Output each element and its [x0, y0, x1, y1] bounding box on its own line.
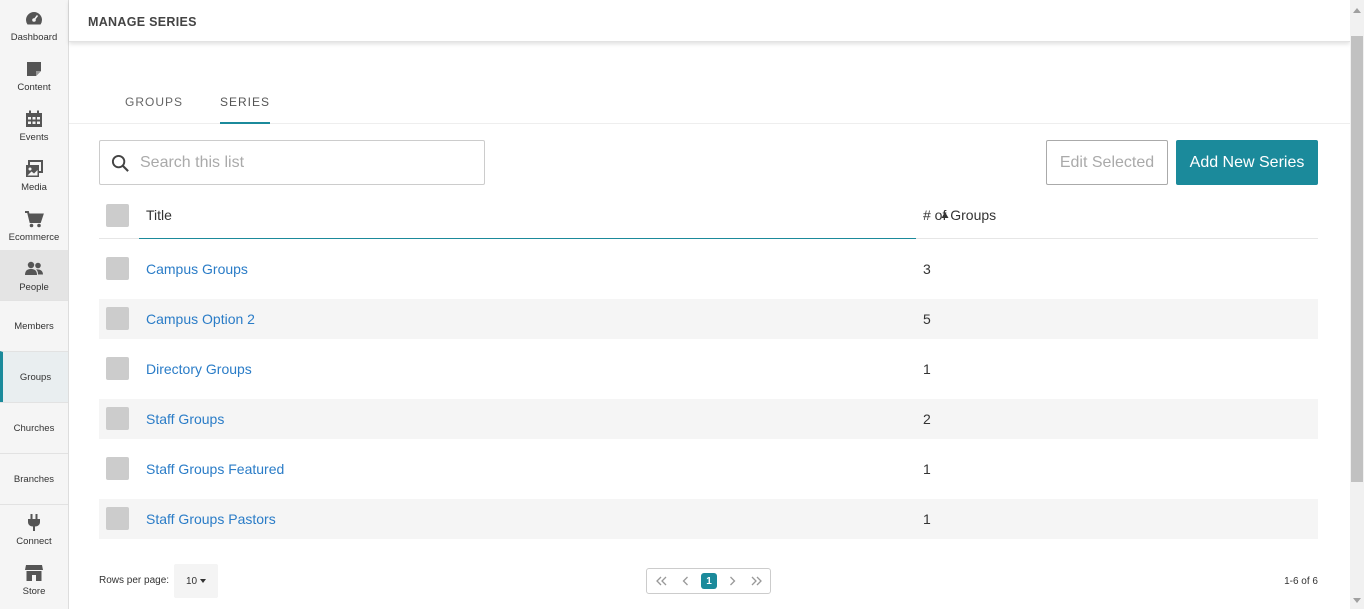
- first-page-button[interactable]: [652, 573, 670, 589]
- next-page-button[interactable]: [723, 573, 741, 589]
- row-checkbox[interactable]: [106, 457, 129, 480]
- page-title: MANAGE SERIES: [88, 15, 197, 29]
- rows-per-page-value: 10: [185, 575, 198, 587]
- group-count: 2: [923, 411, 931, 427]
- sidebar-subitem-groups[interactable]: Groups: [0, 351, 68, 402]
- sidebar-subitem-label: Groups: [19, 371, 52, 383]
- sidebar-item-dashboard[interactable]: Dashboard: [0, 0, 68, 50]
- sidebar-item-label: Events: [19, 132, 49, 143]
- pagination: 1: [646, 568, 771, 594]
- add-new-series-button[interactable]: Add New Series: [1176, 140, 1318, 185]
- tab-groups[interactable]: GROUPS: [125, 95, 183, 122]
- row-checkbox[interactable]: [106, 307, 129, 330]
- sidebar-item-media[interactable]: Media: [0, 150, 68, 200]
- table-row: Staff Groups 2: [99, 399, 1318, 439]
- page-number-button[interactable]: 1: [701, 573, 717, 589]
- row-checkbox[interactable]: [106, 357, 129, 380]
- sidebar-item-label: Connect: [16, 536, 52, 547]
- row-checkbox[interactable]: [106, 407, 129, 430]
- rows-per-page-select[interactable]: 10: [174, 564, 218, 598]
- page-header: MANAGE SERIES: [69, 0, 1350, 42]
- sidebar-item-label: People: [19, 282, 49, 293]
- series-title-link[interactable]: Staff Groups: [146, 411, 224, 427]
- sidebar-item-label: Dashboard: [10, 32, 58, 43]
- pagination-range: 1-6 of 6: [1284, 576, 1318, 587]
- sidebar-item-content[interactable]: Content: [0, 50, 68, 100]
- sidebar-item-label: Ecommerce: [8, 232, 60, 243]
- group-count: 3: [923, 261, 931, 277]
- search-icon: [111, 154, 129, 172]
- double-chevron-left-icon: [655, 576, 666, 586]
- cart-icon: [25, 211, 44, 228]
- sidebar-subitem-label: Branches: [13, 473, 55, 485]
- sidebar-item-people[interactable]: People: [0, 250, 68, 300]
- series-title-link[interactable]: Campus Option 2: [146, 311, 255, 327]
- sidebar-item-ecommerce[interactable]: Ecommerce: [0, 200, 68, 250]
- content-icon: [27, 62, 41, 76]
- table-row: Staff Groups Pastors 1: [99, 499, 1318, 539]
- double-chevron-right-icon: [751, 576, 762, 586]
- series-title-link[interactable]: Staff Groups Pastors: [146, 511, 276, 527]
- sidebar-item-label: Content: [17, 82, 51, 93]
- store-icon: [25, 565, 43, 581]
- search-box: [99, 140, 485, 185]
- rows-per-page-label: Rows per page:: [99, 575, 170, 586]
- search-input[interactable]: [140, 151, 470, 175]
- row-checkbox[interactable]: [106, 507, 129, 530]
- sidebar-subitem-label: Churches: [13, 422, 55, 434]
- series-title-link[interactable]: Campus Groups: [146, 261, 248, 277]
- chevron-left-icon: [682, 576, 688, 586]
- people-icon: [25, 261, 43, 275]
- series-title-link[interactable]: Staff Groups Featured: [146, 461, 284, 477]
- select-all-checkbox[interactable]: [106, 204, 129, 227]
- plug-icon: [28, 514, 40, 531]
- sidebar-subitem-branches[interactable]: Branches: [0, 453, 68, 504]
- row-checkbox[interactable]: [106, 257, 129, 280]
- scroll-down-icon[interactable]: [1353, 598, 1361, 603]
- series-title-link[interactable]: Directory Groups: [146, 361, 252, 377]
- group-count: 5: [923, 311, 931, 327]
- sidebar-subitem-members[interactable]: Members: [0, 300, 68, 351]
- column-header-group-count[interactable]: # of Groups: [923, 207, 996, 223]
- sidebar-item-connect[interactable]: Connect: [0, 504, 68, 554]
- edit-selected-button[interactable]: Edit Selected: [1046, 140, 1168, 185]
- group-count: 1: [923, 461, 931, 477]
- sidebar-item-events[interactable]: Events: [0, 100, 68, 150]
- group-count: 1: [923, 361, 931, 377]
- calendar-icon: [26, 110, 42, 127]
- scroll-up-icon[interactable]: [1353, 8, 1361, 13]
- last-page-button[interactable]: [747, 573, 765, 589]
- sidebar-item-label: Media: [21, 182, 47, 193]
- column-header-title: Title: [146, 207, 172, 223]
- tab-series[interactable]: SERIES: [220, 95, 271, 124]
- previous-page-button[interactable]: [676, 573, 694, 589]
- title-column-header[interactable]: Title: [139, 190, 949, 239]
- sidebar-subitem-churches[interactable]: Churches: [0, 402, 68, 453]
- caret-down-icon: [200, 579, 207, 583]
- table-header: Title # of Groups: [99, 190, 1318, 239]
- dashboard-icon: [26, 12, 42, 25]
- media-icon: [26, 160, 43, 177]
- scrollbar-thumb[interactable]: [1351, 36, 1363, 482]
- sidebar-item-store[interactable]: Store: [0, 554, 68, 604]
- table-row: Campus Groups 3: [99, 249, 1318, 289]
- tab-bar: GROUPS SERIES: [69, 82, 1350, 124]
- sidebar-subitem-label: Members: [14, 320, 54, 332]
- table-row: Directory Groups 1: [99, 349, 1318, 389]
- table-row: Campus Option 2 5: [99, 299, 1318, 339]
- table-row: Staff Groups Featured 1: [99, 449, 1318, 489]
- group-count: 1: [923, 511, 931, 527]
- sidebar-item-label: Store: [22, 586, 46, 597]
- chevron-right-icon: [729, 576, 735, 586]
- sidebar: Dashboard Content Events Media Ecommerce…: [0, 0, 69, 609]
